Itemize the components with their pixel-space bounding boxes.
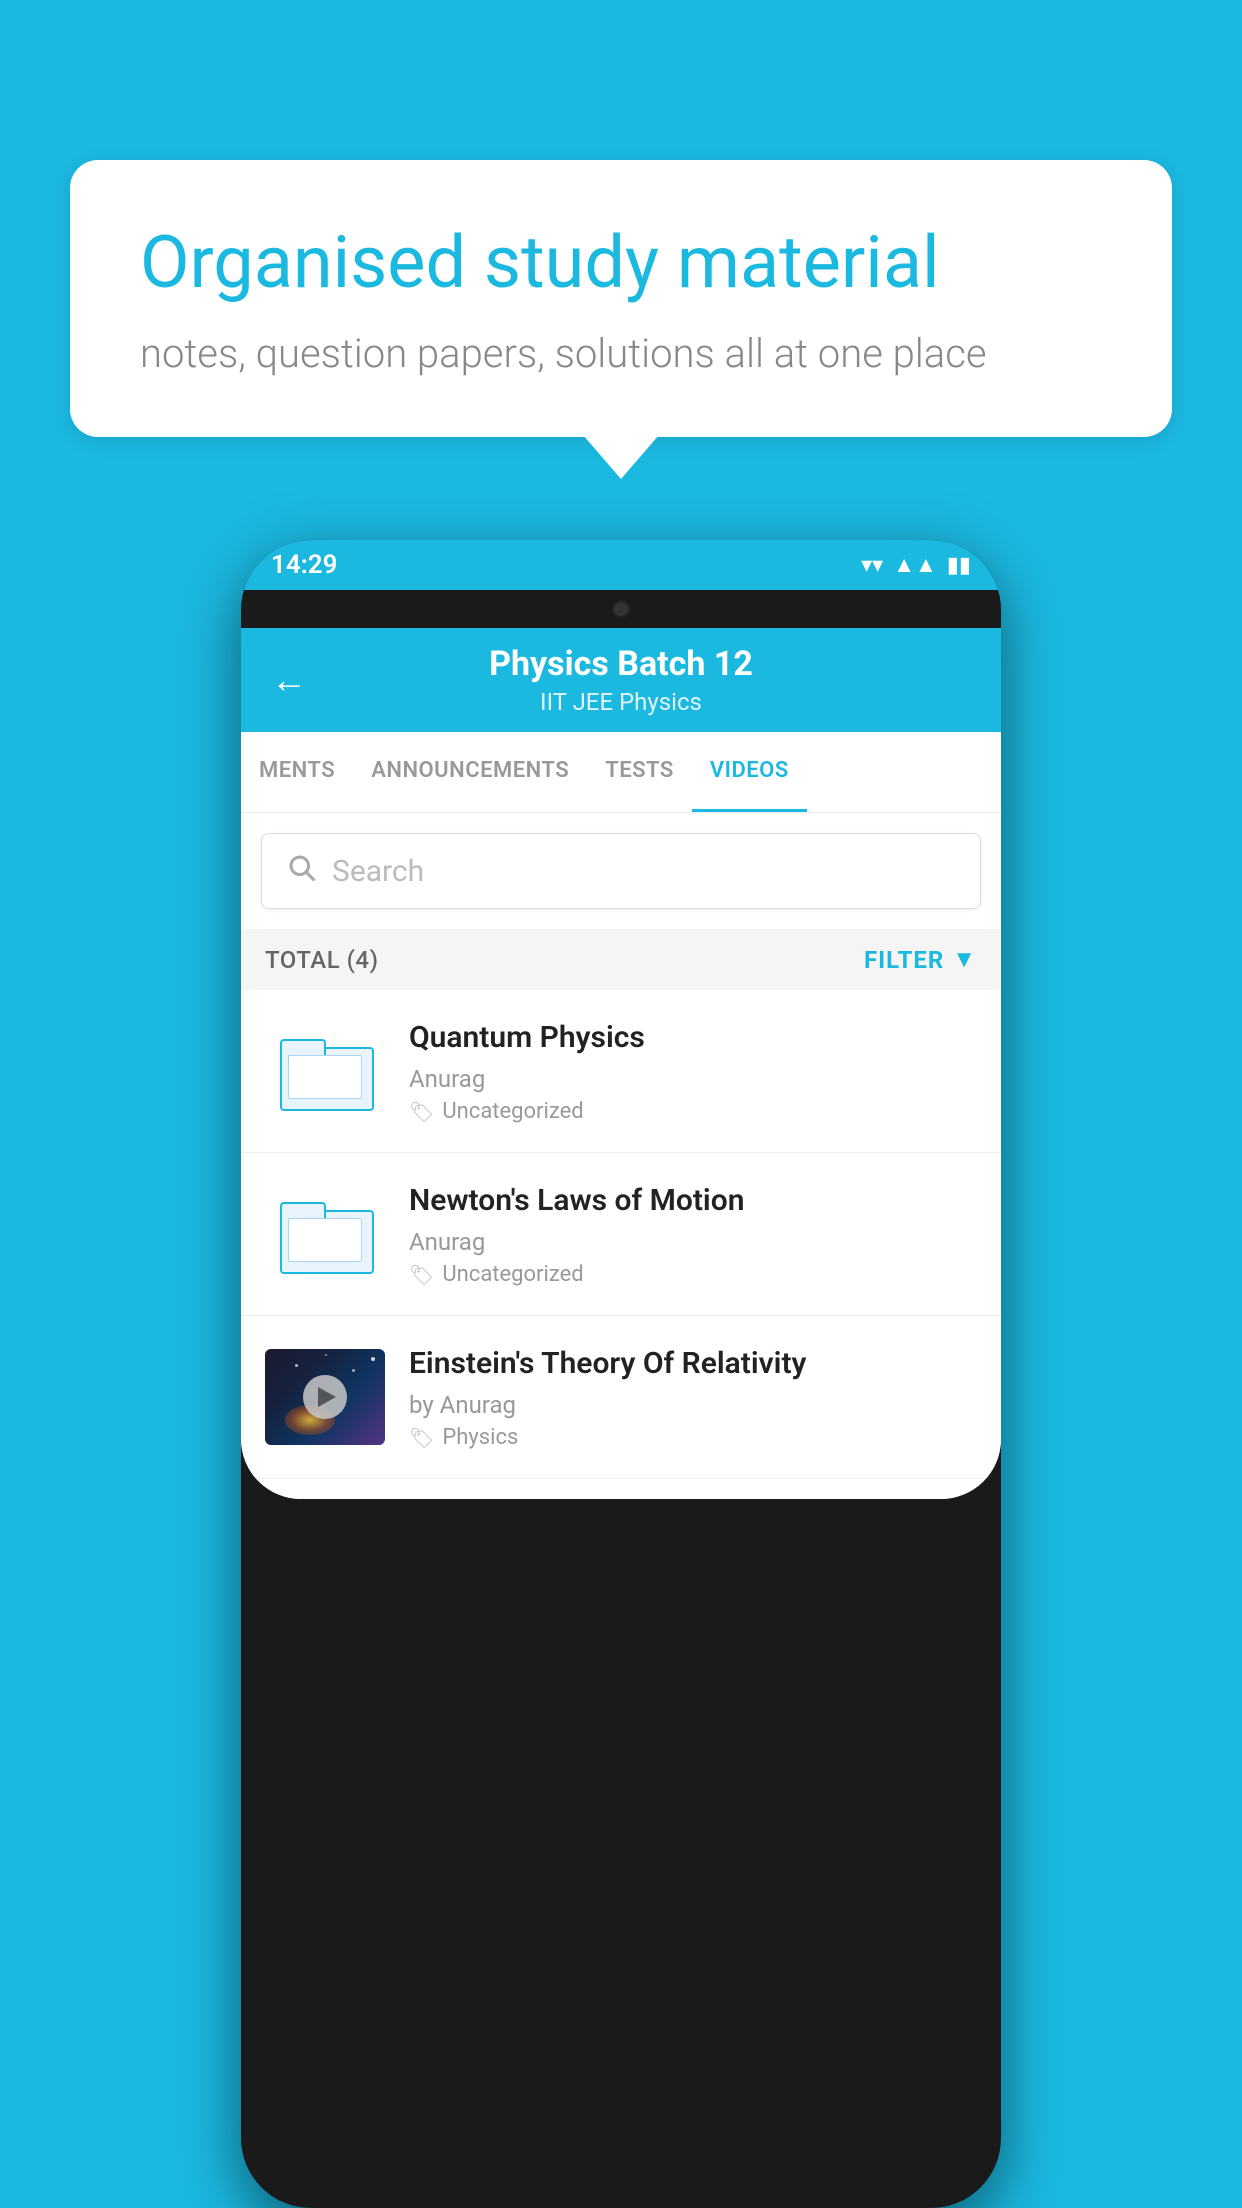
battery-icon: ▮▮ <box>947 553 971 578</box>
tag-icon: 🏷 <box>409 1263 434 1287</box>
tab-tests[interactable]: TESTS <box>587 732 692 812</box>
header-center: Physics Batch 12 IIT JEE Physics <box>327 644 915 716</box>
notch <box>561 590 681 628</box>
video-tag: 🏷 Uncategorized <box>409 1099 977 1124</box>
tag-icon: 🏷 <box>409 1100 434 1124</box>
list-item[interactable]: Quantum Physics Anurag 🏷 Uncategorized <box>241 990 1001 1153</box>
camera-dot <box>612 600 630 618</box>
tabs-bar: MENTS ANNOUNCEMENTS TESTS VIDEOS <box>241 732 1001 813</box>
back-button[interactable]: ← <box>271 659 307 701</box>
phone-screen: ← Physics Batch 12 IIT JEE Physics MENTS… <box>241 628 1001 1499</box>
video-info: Einstein's Theory Of Relativity by Anura… <box>409 1344 977 1450</box>
search-placeholder: Search <box>332 854 424 889</box>
folder-inner <box>288 1055 362 1099</box>
tag-icon: 🏷 <box>409 1426 434 1450</box>
play-button[interactable] <box>303 1375 347 1419</box>
bubble-subtitle: notes, question papers, solutions all at… <box>140 330 1102 377</box>
play-triangle-icon <box>318 1387 336 1407</box>
tab-announcements[interactable]: ANNOUNCEMENTS <box>353 732 587 812</box>
status-icons: ▾▾ ▲▲ ▮▮ <box>861 552 971 578</box>
video-tag: 🏷 Uncategorized <box>409 1262 977 1287</box>
phone-top: 14:29 ▾▾ ▲▲ ▮▮ <box>241 540 1001 628</box>
signal-icon: ▲▲ <box>893 552 937 578</box>
speech-bubble: Organised study material notes, question… <box>70 160 1172 437</box>
tab-videos[interactable]: VIDEOS <box>692 732 807 812</box>
list-item[interactable]: Newton's Laws of Motion Anurag 🏷 Uncateg… <box>241 1153 1001 1316</box>
folder-icon-container <box>265 1023 385 1119</box>
total-label: TOTAL (4) <box>265 946 378 974</box>
phone: 14:29 ▾▾ ▲▲ ▮▮ ← Physics Batch 12 IIT JE… <box>241 540 1001 2208</box>
folder-icon <box>280 1035 370 1107</box>
video-thumbnail <box>265 1349 385 1445</box>
tag-label: Uncategorized <box>442 1099 583 1124</box>
bubble-title: Organised study material <box>140 220 1102 306</box>
video-info: Quantum Physics Anurag 🏷 Uncategorized <box>409 1018 977 1124</box>
search-icon <box>286 852 316 890</box>
video-title: Newton's Laws of Motion <box>409 1181 977 1220</box>
wifi-icon: ▾▾ <box>861 553 883 578</box>
header-title: Physics Batch 12 <box>327 644 915 684</box>
video-author: by Anurag <box>409 1391 977 1419</box>
folder-icon <box>280 1198 370 1270</box>
phone-wrapper: 14:29 ▾▾ ▲▲ ▮▮ ← Physics Batch 12 IIT JE… <box>70 540 1172 2208</box>
video-title: Einstein's Theory Of Relativity <box>409 1344 977 1383</box>
filter-label: FILTER <box>864 946 944 974</box>
status-bar: 14:29 ▾▾ ▲▲ ▮▮ <box>241 540 1001 590</box>
video-info: Newton's Laws of Motion Anurag 🏷 Uncateg… <box>409 1181 977 1287</box>
video-title: Quantum Physics <box>409 1018 977 1057</box>
video-author: Anurag <box>409 1228 977 1256</box>
filter-icon: ▼ <box>952 945 977 974</box>
app-header: ← Physics Batch 12 IIT JEE Physics <box>241 628 1001 732</box>
search-bar[interactable]: Search <box>261 833 981 909</box>
tab-ments[interactable]: MENTS <box>241 732 353 812</box>
header-subtitle: IIT JEE Physics <box>327 688 915 716</box>
folder-icon-container <box>265 1186 385 1282</box>
tag-label: Uncategorized <box>442 1262 583 1287</box>
filter-button[interactable]: FILTER ▼ <box>864 945 977 974</box>
folder-inner <box>288 1218 362 1262</box>
list-item[interactable]: Einstein's Theory Of Relativity by Anura… <box>241 1316 1001 1479</box>
phone-bottom <box>241 1479 1001 1499</box>
status-time: 14:29 <box>271 550 338 580</box>
speech-bubble-container: Organised study material notes, question… <box>70 160 1172 437</box>
tag-label: Physics <box>442 1425 518 1450</box>
filter-row: TOTAL (4) FILTER ▼ <box>241 929 1001 990</box>
video-list: Quantum Physics Anurag 🏷 Uncategorized <box>241 990 1001 1479</box>
video-tag: 🏷 Physics <box>409 1425 977 1450</box>
video-author: Anurag <box>409 1065 977 1093</box>
